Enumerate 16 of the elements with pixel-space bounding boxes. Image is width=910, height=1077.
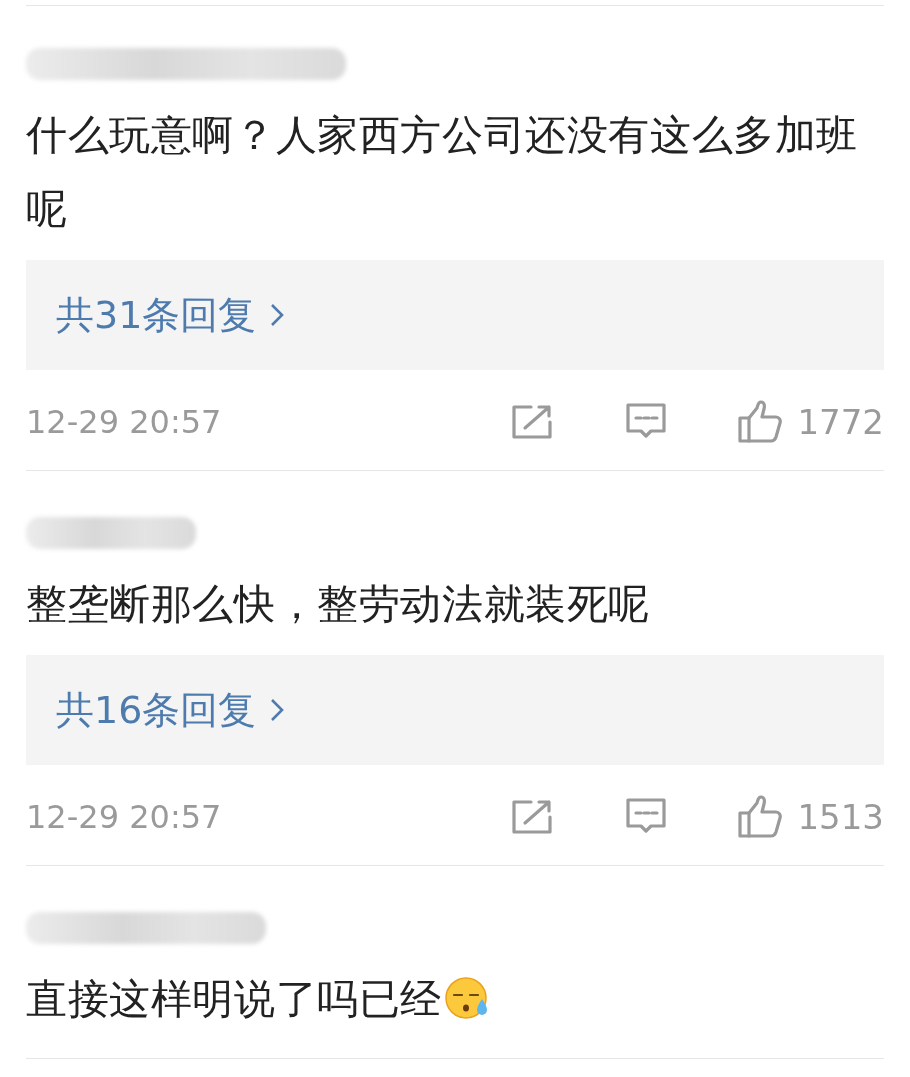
share-button[interactable] (511, 404, 554, 440)
chevron-right-icon (270, 303, 285, 327)
comment-text: 整垄断那么快，整劳动法就装死呢 (26, 579, 651, 630)
comment-text: 什么玩意啊？人家西方公司还没有这么多加班呢 (26, 110, 859, 235)
chevron-right-icon (270, 698, 285, 722)
like-button[interactable]: 1772 (737, 400, 884, 444)
like-button[interactable]: 1513 (737, 795, 884, 839)
comment-text: 直接这样明说了吗已经 (26, 962, 884, 1036)
sweat-face-icon (444, 975, 490, 1021)
replies-link[interactable]: 共31条回复 (26, 260, 884, 370)
thumbs-up-icon (737, 400, 784, 444)
share-button[interactable] (511, 799, 554, 835)
replies-link[interactable]: 共16条回复 (26, 655, 884, 765)
comment-time: 12-29 20:57 (26, 403, 223, 441)
comment-time: 12-29 20:57 (26, 798, 223, 836)
thumbs-up-icon (737, 795, 784, 839)
